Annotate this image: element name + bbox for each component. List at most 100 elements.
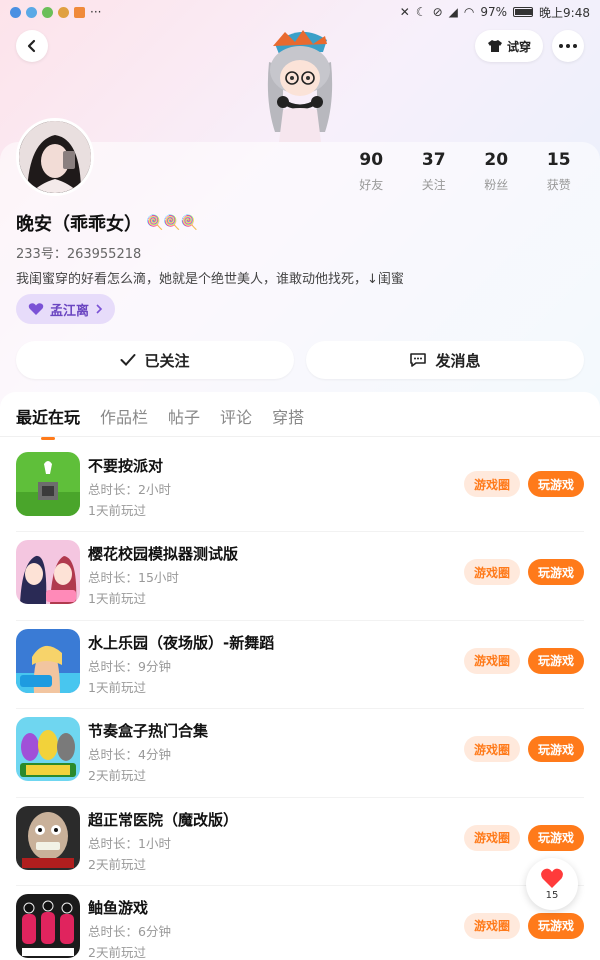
- dress-up-avatar[interactable]: [255, 22, 345, 142]
- play-game-button[interactable]: 玩游戏: [528, 912, 584, 939]
- game-name: 水上乐园（夜场版）-新舞蹈: [88, 633, 275, 652]
- status-bar: ··· ✕ ☾ ⊘ ◢ ◠ 97% 晚上9:48: [0, 0, 600, 24]
- game-circle-button[interactable]: 游戏圈: [464, 559, 520, 586]
- tab-posts[interactable]: 帖子: [168, 404, 200, 428]
- battery-percent: 97%: [480, 5, 508, 19]
- system-icons: ✕ ☾ ⊘ ◢ ◠ 97% 晚上9:48: [400, 4, 590, 21]
- chevron-left-icon: [27, 39, 36, 53]
- game-icon[interactable]: [16, 452, 80, 516]
- like-count: 15: [545, 890, 559, 901]
- tab-recently-played[interactable]: 最近在玩: [16, 404, 80, 428]
- more-options-button[interactable]: [552, 30, 584, 62]
- game-row[interactable]: 樱花校园模拟器测试版 总时长：15小时 1天前玩过 游戏圈 玩游戏: [16, 532, 584, 621]
- game-icon[interactable]: [16, 540, 80, 605]
- game-circle-button[interactable]: 游戏圈: [464, 736, 520, 763]
- game-name: 节奏盒子热门合集: [88, 722, 209, 741]
- stat-fans[interactable]: 20 粉丝: [465, 150, 528, 193]
- chevron-right-icon: [96, 304, 103, 314]
- game-icon[interactable]: [16, 805, 80, 870]
- user-avatar[interactable]: [16, 118, 94, 196]
- profile-stats: 90 好友 37 关注 20 粉丝 15 获赞: [340, 150, 590, 193]
- notification-icons: ···: [10, 5, 101, 19]
- stat-friends[interactable]: 90 好友: [340, 150, 403, 193]
- play-game-button[interactable]: 玩游戏: [528, 559, 584, 586]
- app-notification-icon: [10, 6, 21, 18]
- game-circle-button[interactable]: 游戏圈: [464, 471, 520, 497]
- nickname-text: 晚安（乖乖女）: [16, 214, 142, 235]
- shirt-icon: [487, 40, 502, 52]
- play-game-button[interactable]: 玩游戏: [528, 471, 584, 497]
- play-game-button[interactable]: 玩游戏: [528, 647, 584, 674]
- game-duration: 总时长：9分钟: [88, 658, 171, 674]
- nickname-emoji: 🍭🍭🍭: [146, 215, 199, 231]
- like-button[interactable]: 15: [526, 858, 578, 910]
- stat-value: 20: [484, 150, 509, 170]
- try-on-button[interactable]: 试穿: [475, 30, 543, 62]
- game-row[interactable]: 水上乐园（夜场版）-新舞蹈 总时长：9分钟 1天前玩过 游戏圈 玩游戏: [16, 621, 584, 710]
- profile-tabs: 最近在玩 作品栏 帖子 评论 穿搭: [16, 404, 304, 428]
- game-last-played: 2天前玩过: [88, 768, 146, 784]
- message-label: 发消息: [435, 351, 481, 370]
- stat-label: 获赞: [546, 178, 571, 192]
- stat-value: 90: [359, 150, 384, 170]
- tab-works[interactable]: 作品栏: [100, 404, 148, 428]
- game-name: 鲉鱼游戏: [88, 898, 149, 917]
- stat-following[interactable]: 37 关注: [403, 150, 466, 193]
- play-game-button[interactable]: 玩游戏: [528, 736, 584, 763]
- app-notification-icon: [74, 6, 85, 18]
- stat-value: 15: [546, 150, 571, 170]
- app-notification-icon: [58, 6, 69, 18]
- stat-label: 关注: [421, 178, 446, 192]
- nickname: 晚安（乖乖女） 🍭🍭🍭: [16, 210, 198, 236]
- clock: 晚上9:48: [539, 5, 590, 20]
- game-circle-button[interactable]: 游戏圈: [464, 824, 520, 851]
- recent-games-list: 不要按派对 总时长：2小时 1天前玩过 游戏圈 玩游戏 樱花校园模拟器测试版 总…: [0, 444, 600, 960]
- signal-icon: ◢: [448, 5, 458, 19]
- game-icon[interactable]: [16, 717, 80, 782]
- stat-likes[interactable]: 15 获赞: [528, 150, 591, 193]
- chat-notification-icon: [42, 6, 53, 18]
- game-duration: 总时长：4分钟: [88, 747, 171, 763]
- stat-label: 好友: [359, 178, 384, 192]
- game-circle-button[interactable]: 游戏圈: [464, 912, 520, 939]
- game-row[interactable]: 超正常医院（魔改版） 总时长：1小时 2天前玩过 游戏圈 玩游戏: [16, 798, 584, 886]
- game-icon[interactable]: [16, 893, 80, 958]
- followed-button[interactable]: 已关注: [16, 341, 294, 379]
- user-id: 233号：263955218: [16, 247, 142, 262]
- game-row[interactable]: 不要按派对 总时长：2小时 1天前玩过 游戏圈 玩游戏: [16, 444, 584, 533]
- action-buttons: 已关注 发消息: [16, 341, 584, 379]
- game-circle-button[interactable]: 游戏圈: [464, 647, 520, 674]
- heart-icon: [541, 868, 563, 888]
- tab-outfits[interactable]: 穿搭: [272, 404, 304, 428]
- game-name: 不要按派对: [88, 457, 164, 475]
- chat-bubble-icon: [410, 353, 427, 367]
- more-notifications-icon: ···: [90, 5, 102, 19]
- tab-comments[interactable]: 评论: [220, 404, 252, 428]
- heart-icon: [28, 303, 44, 315]
- game-icon[interactable]: [16, 628, 80, 693]
- game-row[interactable]: 鲉鱼游戏 总时长：6分钟 2天前玩过 游戏圈 玩游戏: [16, 886, 584, 960]
- more-dot: [559, 44, 563, 48]
- send-message-button[interactable]: 发消息: [306, 341, 584, 379]
- game-name: 樱花校园模拟器测试版: [88, 545, 239, 564]
- relationship-tag[interactable]: 孟江离: [16, 294, 116, 324]
- game-last-played: 1天前玩过: [88, 503, 146, 518]
- game-last-played: 1天前玩过: [88, 591, 146, 607]
- tag-label: 孟江离: [50, 303, 90, 319]
- back-button[interactable]: [16, 30, 48, 62]
- game-duration: 总时长：2小时: [88, 482, 171, 497]
- app-notification-icon: [26, 6, 37, 18]
- game-duration: 总时长：1小时: [88, 835, 171, 851]
- try-on-label: 试穿: [506, 39, 531, 54]
- followed-label: 已关注: [144, 351, 190, 370]
- game-row[interactable]: 节奏盒子热门合集 总时长：4分钟 2天前玩过 游戏圈 玩游戏: [16, 709, 584, 798]
- mute-icon: ✕: [399, 5, 410, 19]
- game-last-played: 1天前玩过: [88, 679, 146, 695]
- stat-label: 粉丝: [484, 178, 509, 192]
- more-dot: [573, 44, 577, 48]
- stat-value: 37: [421, 150, 446, 170]
- play-game-button[interactable]: 玩游戏: [528, 824, 584, 851]
- game-duration: 总时长：6分钟: [88, 923, 171, 939]
- battery-icon: [513, 7, 534, 17]
- game-last-played: 2天前玩过: [88, 856, 146, 872]
